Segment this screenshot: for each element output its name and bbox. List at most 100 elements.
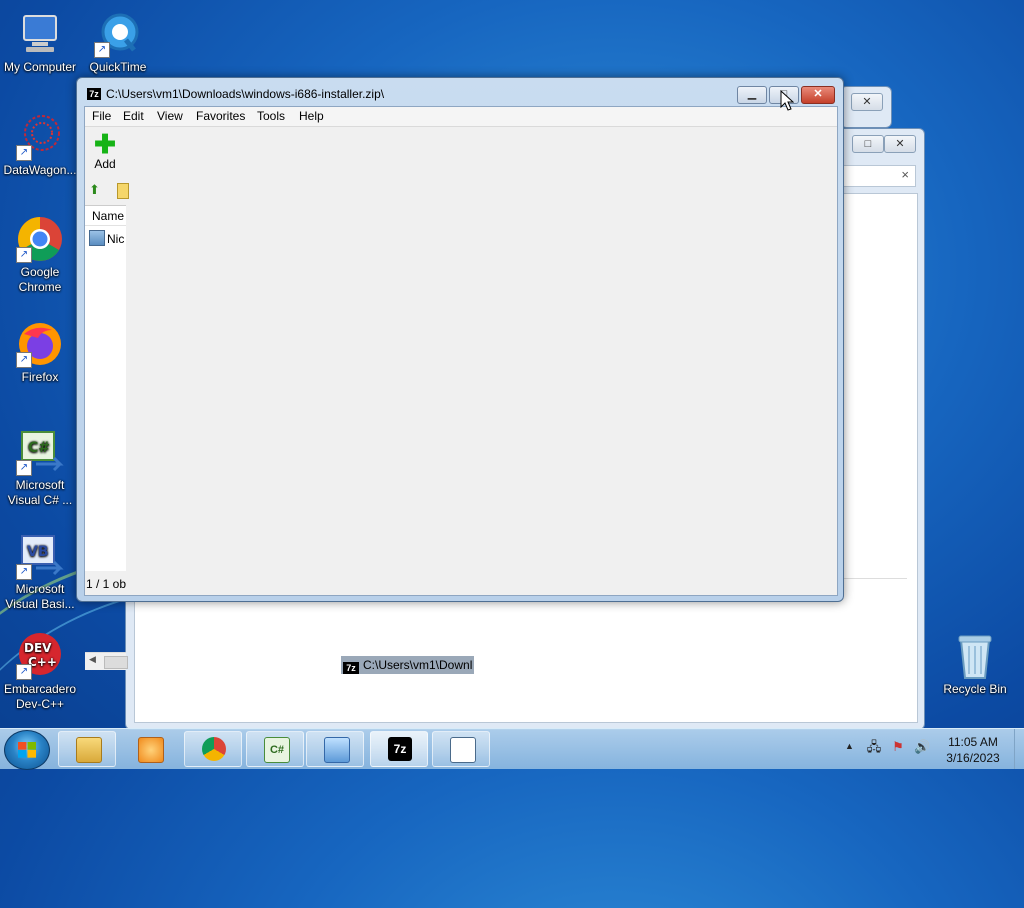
desktop-icon-label: Firefox: [21, 370, 59, 384]
desktop-icon-label: QuickTime: [89, 60, 147, 74]
drag-preview: 7z C:\Users\vm1\Downl: [341, 656, 474, 674]
desktop-icon-datawagon[interactable]: ↗ DataWagon...: [0, 113, 80, 178]
desktop-icon-label: My Computer: [3, 60, 77, 74]
file-explorer-icon: [76, 737, 102, 763]
up-folder-icon[interactable]: ⬆: [89, 183, 103, 197]
close-button[interactable]: ✕: [851, 93, 883, 111]
visual-basic-icon: VB ↗: [16, 532, 64, 580]
7zip-icon: 7z: [388, 737, 412, 761]
file-list[interactable]: Name Nic ◀: [85, 205, 128, 670]
datawagon-icon: ↗: [16, 113, 64, 161]
shortcut-arrow-icon: ↗: [16, 247, 32, 263]
desktop-icon-visual-basic[interactable]: VB ↗ Microsoft Visual Basi...: [0, 532, 80, 612]
menu-favorites[interactable]: Favorites: [196, 109, 245, 123]
address-bar: ⬆: [85, 180, 129, 202]
start-button[interactable]: [4, 730, 50, 770]
clock-date: 3/16/2023: [946, 751, 1000, 765]
desktop-icon-label: Embarcadero Dev-C++: [3, 682, 77, 711]
windows-logo-icon: [18, 742, 36, 758]
close-button[interactable]: ✕: [884, 135, 916, 153]
action-center-flag-icon[interactable]: ⚑: [890, 739, 906, 755]
desktop-icon-visual-csharp[interactable]: C# ↗ Microsoft Visual C# ...: [0, 428, 80, 508]
desktop-icon-label: Microsoft Visual C# ...: [7, 478, 73, 507]
firefox-icon: ↗: [16, 320, 64, 368]
desktop-icon-dev-cpp[interactable]: DEV C++ ↗ Embarcadero Dev-C++: [0, 632, 80, 712]
desktop-icon-label: Microsoft Visual Basi...: [5, 582, 75, 611]
media-player-icon: [138, 737, 164, 763]
computer-icon: [16, 10, 64, 58]
taskbar-google-chrome[interactable]: [184, 731, 242, 767]
chrome-icon: [202, 737, 226, 761]
maximize-button[interactable]: □: [852, 135, 884, 153]
desktop-icon-my-computer[interactable]: My Computer: [0, 10, 80, 75]
clock-time: 11:05 AM: [948, 735, 998, 749]
scroll-left-icon[interactable]: ◀: [89, 654, 96, 665]
column-header-name[interactable]: Name: [85, 206, 126, 226]
taskbar-visual-csharp[interactable]: C#: [246, 731, 304, 767]
volume-icon[interactable]: 🔊: [914, 739, 930, 755]
menu-bar: File Edit View Favorites Tools Help: [85, 107, 837, 127]
desktop-icon-label: DataWagon...: [3, 163, 77, 177]
scrollbar-thumb[interactable]: [104, 656, 128, 669]
horizontal-scrollbar[interactable]: ◀: [85, 652, 128, 670]
svg-text:DEV: DEV: [24, 641, 52, 655]
shortcut-arrow-icon: ↗: [16, 664, 32, 680]
taskbar-media-player[interactable]: [120, 731, 178, 767]
show-hidden-icons-icon[interactable]: ▲: [845, 741, 854, 751]
taskbar-file-explorer[interactable]: [58, 731, 116, 767]
desktop-icon-label: Google Chrome: [18, 265, 62, 294]
list-icon: [450, 737, 476, 763]
desktop-icon-quicktime[interactable]: ↗ QuickTime: [78, 10, 158, 75]
7zip-icon: 7z: [343, 662, 359, 674]
search-input[interactable]: ×: [842, 165, 916, 187]
chrome-icon: ↗: [16, 215, 64, 263]
svg-text:C++: C++: [28, 655, 57, 669]
folder-icon: [117, 183, 129, 199]
taskbar: C# 7z ▲ 🖧 ⚑ 🔊 11:05 AM 3/16/2023: [0, 728, 1024, 770]
background-window-top[interactable]: ✕: [840, 86, 892, 128]
dev-cpp-icon: DEV C++ ↗: [16, 632, 64, 680]
taskbar-7zip[interactable]: 7z: [370, 731, 428, 767]
clear-search-icon[interactable]: ×: [901, 167, 909, 182]
menu-view[interactable]: View: [157, 109, 183, 123]
menu-help[interactable]: Help: [299, 109, 324, 123]
svg-text:C#: C#: [28, 440, 50, 456]
status-bar-text: 1 / 1 ob: [86, 577, 127, 591]
shortcut-arrow-icon: ↗: [94, 42, 110, 58]
plus-icon: ✚: [94, 129, 116, 159]
clock[interactable]: 11:05 AM 3/16/2023: [935, 734, 1011, 766]
taskbar-list-app[interactable]: [432, 731, 490, 767]
quicktime-icon: ↗: [94, 10, 142, 58]
add-button[interactable]: ✚ Add: [87, 131, 123, 173]
visual-csharp-icon: C#: [264, 737, 290, 763]
file-icon: [89, 230, 105, 246]
file-name: Nic: [107, 232, 125, 246]
menu-tools[interactable]: Tools: [257, 109, 285, 123]
menu-file[interactable]: File: [92, 109, 111, 123]
drag-preview-text: C:\Users\vm1\Downl: [363, 658, 473, 672]
add-button-label: Add: [94, 157, 116, 171]
minimize-button[interactable]: ▁: [737, 86, 767, 104]
menu-edit[interactable]: Edit: [123, 109, 144, 123]
shortcut-arrow-icon: ↗: [16, 145, 32, 161]
show-desktop-button[interactable]: [1014, 729, 1024, 769]
network-icon[interactable]: 🖧: [866, 739, 882, 755]
desktop-icon-recycle-bin[interactable]: Recycle Bin: [935, 632, 1015, 697]
desktop-icon-firefox[interactable]: ↗ Firefox: [0, 320, 80, 385]
7zip-icon: 7z: [87, 88, 101, 100]
svg-text:VB: VB: [27, 544, 49, 560]
list-item[interactable]: Nic: [89, 230, 124, 246]
7zip-file-manager-window[interactable]: 7z C:\Users\vm1\Downloads\windows-i686-i…: [76, 77, 844, 670]
control-panel-icon: [324, 737, 350, 763]
close-button[interactable]: ✕: [801, 86, 835, 104]
visual-csharp-icon: C# ↗: [16, 428, 64, 476]
recycle-bin-icon: [951, 632, 999, 680]
desktop-icon-label: Recycle Bin: [943, 682, 1007, 696]
desktop-icon-google-chrome[interactable]: ↗ Google Chrome: [0, 215, 80, 295]
shortcut-arrow-icon: ↗: [16, 352, 32, 368]
title-bar[interactable]: 7z C:\Users\vm1\Downloads\windows-i686-i…: [77, 78, 843, 106]
taskbar-control-panel[interactable]: [306, 731, 364, 767]
shortcut-arrow-icon: ↗: [16, 564, 32, 580]
shortcut-arrow-icon: ↗: [16, 460, 32, 476]
window-title: C:\Users\vm1\Downloads\windows-i686-inst…: [106, 87, 385, 101]
